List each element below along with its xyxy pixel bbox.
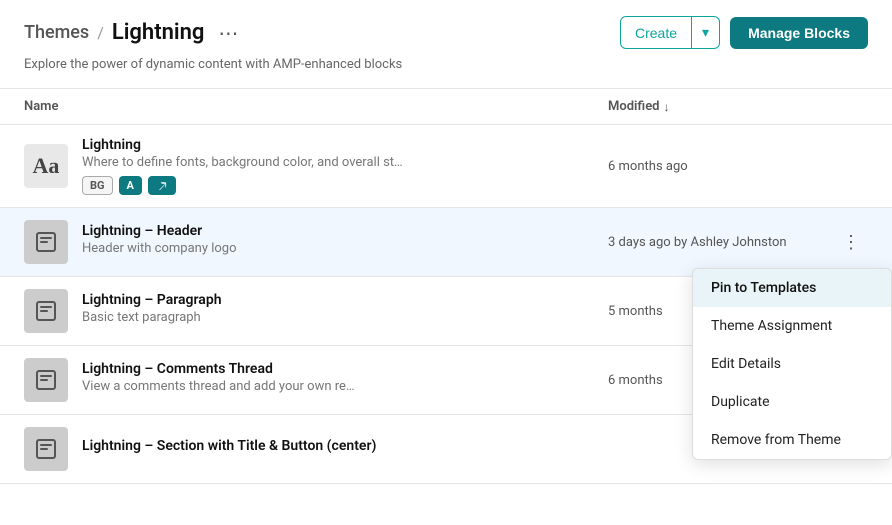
breadcrumb-more-button[interactable]: ⋯ [212,19,244,47]
row-icon [24,427,68,471]
col-name-header: Name [24,99,608,114]
tag-bg: BG [82,176,113,195]
row-title: Lightning – Comments Thread [82,361,608,377]
tag-link [148,176,176,195]
breadcrumb-separator: / [97,23,104,42]
row-tags: BG A [82,176,608,195]
menu-item-theme-assignment[interactable]: Theme Assignment [693,307,891,345]
breadcrumb-current: Lightning [112,20,205,45]
row-icon: Aa [24,144,68,188]
row-title: Lightning – Header [82,223,608,239]
menu-item-remove-from-theme[interactable]: Remove from Theme [693,421,891,459]
row-desc: View a comments thread and add your own … [82,379,608,394]
row-title: Lightning – Paragraph [82,292,608,308]
row-info: Lightning – Section with Title & Button … [82,438,608,460]
breadcrumb: Themes / Lightning ⋯ [24,19,244,47]
row-info: Lightning Where to define fonts, backgro… [82,137,608,195]
row-modified: 3 days ago by Ashley Johnston ⋮ [608,229,868,255]
tag-a: A [119,176,142,195]
row-desc: Where to define fonts, background color,… [82,155,608,170]
create-button[interactable]: Create ▾ [620,16,720,49]
row-context-menu: Pin to Templates Theme Assignment Edit D… [692,268,892,460]
col-modified-header: Modified ↓ [608,99,868,114]
menu-item-duplicate[interactable]: Duplicate [693,383,891,421]
row-desc: Basic text paragraph [82,310,608,325]
row-info: Lightning – Paragraph Basic text paragra… [82,292,608,331]
breadcrumb-themes[interactable]: Themes [24,22,89,43]
row-icon [24,220,68,264]
table-row: Lightning – Header Header with company l… [0,208,892,277]
sort-arrow-icon[interactable]: ↓ [664,100,670,114]
header-actions: Create ▾ Manage Blocks [620,16,868,49]
manage-blocks-button[interactable]: Manage Blocks [730,17,868,49]
menu-item-edit-details[interactable]: Edit Details [693,345,891,383]
page-subtitle: Explore the power of dynamic content wit… [0,57,892,88]
menu-item-pin-templates[interactable]: Pin to Templates [693,269,891,307]
table-row: Aa Lightning Where to define fonts, back… [0,125,892,208]
create-button-label: Create [621,18,691,48]
row-title: Lightning – Section with Title & Button … [82,438,608,454]
row-icon [24,358,68,402]
row-icon [24,289,68,333]
row-modified: 6 months ago [608,159,868,174]
table-header: Name Modified ↓ [0,89,892,125]
row-title: Lightning [82,137,608,153]
row-menu-button[interactable]: ⋮ [834,229,868,255]
row-info: Lightning – Comments Thread View a comme… [82,361,608,400]
row-info: Lightning – Header Header with company l… [82,223,608,262]
create-dropdown-arrow[interactable]: ▾ [691,17,719,48]
row-desc: Header with company logo [82,241,608,256]
page-header: Themes / Lightning ⋯ Create ▾ Manage Blo… [0,0,892,57]
